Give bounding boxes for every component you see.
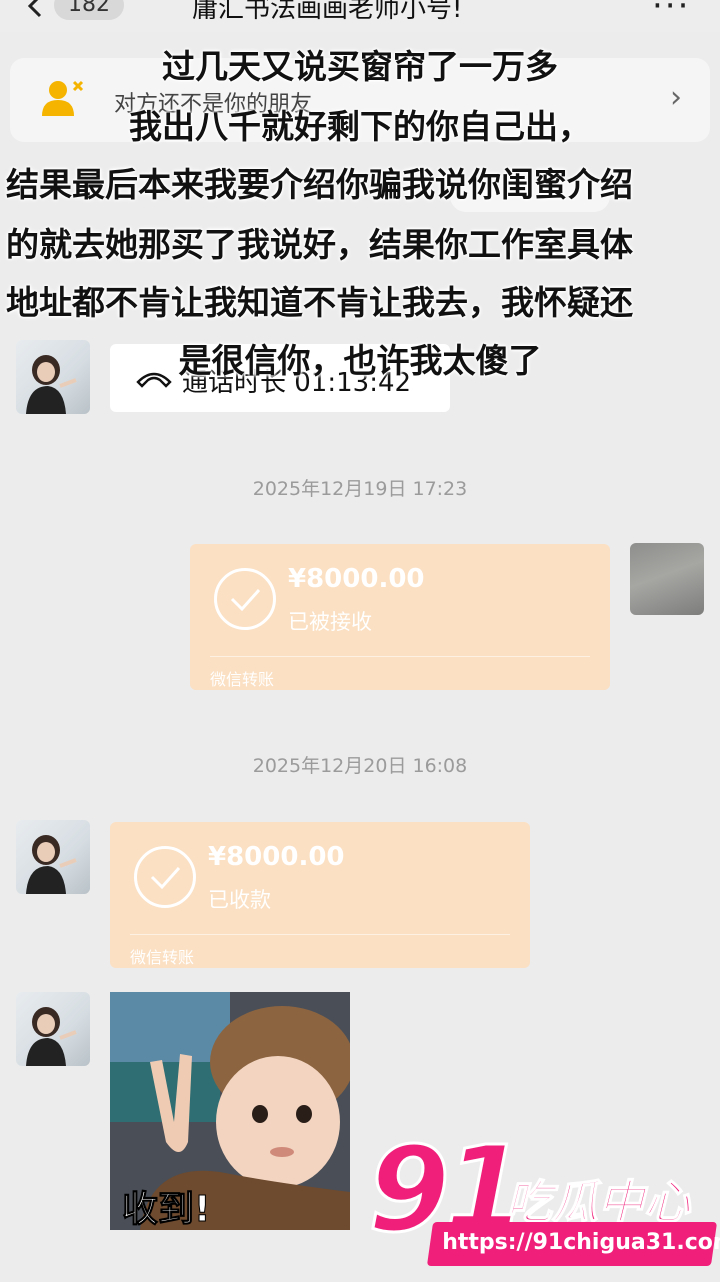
more-options-icon[interactable]: ··· — [652, 0, 690, 23]
chat-title: 庸汇书法画画老师小号! — [192, 0, 463, 24]
watermark-url-box: https://91chigua31.com — [426, 1222, 720, 1266]
transfer-amount: ¥8000.00 — [208, 842, 345, 872]
overlay-caption-line: 结果最后本来我要介绍你骗我说你闺蜜介绍 — [6, 165, 633, 204]
overlay-caption-line: 我出八千就好剩下的你自己出， — [129, 107, 591, 146]
transfer-sent-card[interactable]: ¥8000.00 已被接收 微信转账 — [190, 544, 610, 690]
message-timestamp: 2025年12月20日 16:08 — [252, 755, 468, 777]
transfer-status: 已收款 — [208, 888, 271, 912]
overlay-caption-line: 的就去她那买了我说好，结果你工作室具体 — [6, 225, 633, 264]
transfer-received-card[interactable]: ¥8000.00 已收款 微信转账 — [110, 822, 530, 968]
card-divider — [210, 656, 590, 657]
avatar-photo — [26, 835, 77, 894]
sticker-caption: 收到! — [121, 1189, 211, 1231]
watermark-url: https://91chigua31.com — [442, 1230, 720, 1255]
site-watermark: 91 吃瓜中心 https://91chigua31.com — [366, 1119, 720, 1272]
check-circle-icon — [214, 568, 276, 630]
check-circle-icon — [134, 846, 196, 908]
message-timestamp: 2025年12月19日 17:23 — [252, 478, 468, 500]
contact-avatar[interactable] — [16, 820, 90, 894]
transfer-source: 微信转账 — [210, 670, 275, 689]
back-chevron-icon[interactable] — [22, 0, 52, 22]
sticker-message[interactable]: 收到! — [110, 992, 350, 1230]
avatar-photo — [26, 1007, 77, 1066]
my-avatar[interactable] — [630, 543, 704, 615]
overlay-caption-line: 是很信你，也许我太傻了 — [178, 341, 542, 380]
transfer-source: 微信转账 — [130, 948, 195, 967]
card-divider — [130, 934, 510, 935]
overlay-caption-line: 地址都不肯让我知道不肯让我去，我怀疑还 — [6, 283, 633, 322]
chat-header: 182 庸汇书法画画老师小号! ··· — [0, 0, 720, 32]
transfer-status: 已被接收 — [288, 610, 372, 634]
overlay-caption-line: 过几天又说买窗帘了一万多 — [162, 47, 558, 86]
contact-avatar[interactable] — [16, 992, 90, 1066]
unread-count-badge[interactable]: 182 — [54, 0, 124, 20]
transfer-amount: ¥8000.00 — [288, 564, 425, 594]
